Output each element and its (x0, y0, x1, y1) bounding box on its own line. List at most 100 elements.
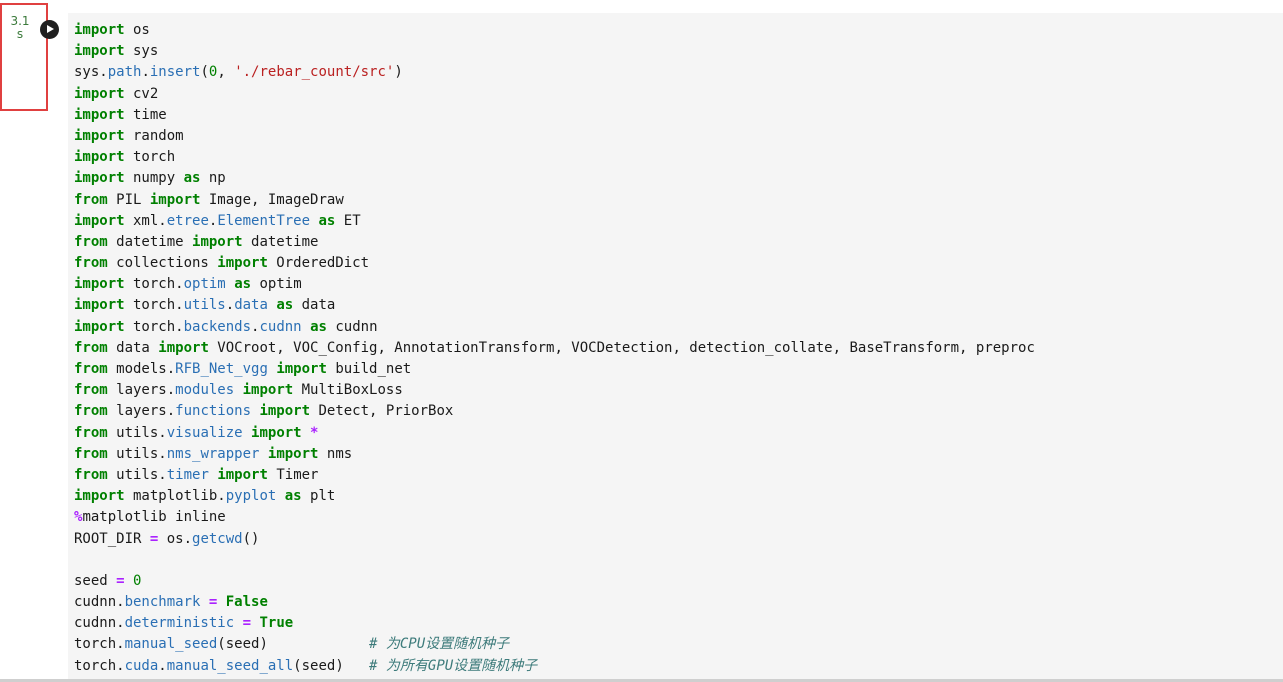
code-token: optim (251, 276, 302, 293)
code-token: import (74, 85, 125, 102)
code-token: benchmark (124, 594, 201, 611)
code-token: timer (166, 466, 209, 483)
code-token: True (259, 615, 294, 632)
code-token: datetime (242, 233, 319, 250)
code-token: seed (74, 572, 117, 589)
code-line: import random (74, 126, 1035, 147)
code-token: manual_seed_all (166, 657, 294, 674)
code-token: './rebar_count/src' (234, 64, 395, 81)
code-line: from utils.visualize import * (74, 423, 1035, 444)
code-token: xml. (124, 212, 167, 229)
code-token: , (217, 64, 235, 81)
code-line: cudnn.benchmark = False (74, 592, 1035, 613)
code-line: import matplotlib.pyplot as plt (74, 486, 1035, 507)
code-token: time (124, 106, 167, 123)
code-line: torch.manual_seed(seed) # 为CPU设置随机种子 (74, 634, 1035, 655)
code-token: functions (175, 403, 252, 420)
code-line: import time (74, 105, 1035, 126)
code-token: from (74, 339, 108, 356)
code-token: sys. (74, 64, 108, 81)
execution-time-label: 3.1 s (10, 14, 30, 41)
code-token: etree (166, 212, 209, 229)
execution-time-box: 3.1 s (0, 3, 48, 111)
code-token: MultiBoxLoss (293, 382, 403, 399)
code-token: datetime (107, 233, 193, 250)
code-line: from collections import OrderedDict (74, 253, 1035, 274)
code-token: 0 (133, 572, 142, 589)
code-line: from data import VOCroot, VOC_Config, An… (74, 338, 1035, 359)
code-token: as (318, 212, 336, 229)
code-token: data (293, 297, 336, 314)
code-token: VOCroot, VOC_Config, AnnotationTransform… (208, 339, 1035, 356)
code-token: models. (107, 361, 176, 377)
code-token: import (259, 403, 311, 420)
code-token: (seed) (293, 657, 370, 674)
code-line: %matplotlib inline (74, 507, 1035, 528)
code-cell[interactable]: import os import sys sys.path.insert(0, '.… (68, 13, 1283, 680)
code-token: path (107, 64, 142, 81)
code-token: from (74, 445, 108, 462)
code-token: from (74, 191, 108, 208)
code-token: layers. (107, 382, 176, 399)
code-token: from (74, 403, 108, 420)
code-token: torch. (124, 276, 184, 293)
code-token: ElementTree (217, 212, 311, 229)
code-token: numpy (124, 170, 184, 187)
code-line: import torch.utils.data as data (74, 295, 1035, 316)
code-token: as (276, 297, 294, 314)
code-line: sys.path.insert(0, './rebar_count/src') (74, 62, 1035, 83)
code-token: import (74, 488, 125, 505)
code-token: utils (183, 297, 226, 314)
code-token: import (149, 191, 201, 208)
code-token: visualize (166, 424, 243, 441)
code-token: from (74, 424, 108, 441)
code-token: matplotlib inline (82, 509, 226, 526)
code-token: import (242, 382, 294, 399)
code-token: import (267, 445, 319, 462)
code-token: os (124, 22, 150, 38)
code-token: matplotlib. (124, 488, 226, 505)
code-editor[interactable]: import os import sys sys.path.insert(0, '.… (74, 20, 1035, 677)
run-cell-button[interactable] (40, 20, 59, 39)
code-token: cudnn. (74, 594, 125, 611)
code-token: . (225, 297, 235, 314)
code-token: random (124, 127, 184, 144)
code-line: from layers.modules import MultiBoxLoss (74, 380, 1035, 401)
code-token: . (141, 64, 150, 81)
code-token: import (217, 466, 268, 483)
code-token: import (74, 149, 125, 166)
code-token: (seed) (217, 636, 370, 653)
code-line: from PIL import Image, ImageDraw (74, 190, 1035, 211)
code-token: ( (200, 64, 209, 81)
code-token: import (276, 361, 327, 377)
code-token: collections (107, 255, 218, 272)
code-line: from datetime import datetime (74, 232, 1035, 253)
code-token: cudnn (259, 318, 302, 335)
code-token: () (242, 530, 260, 547)
code-token: import (74, 43, 125, 60)
code-token: data (107, 339, 159, 356)
code-token: utils. (107, 424, 167, 441)
code-token: torch (124, 149, 176, 166)
code-token: getcwd (192, 530, 243, 547)
code-token: import (74, 212, 125, 229)
code-line: from models.RFB_Net_vgg import build_net (74, 359, 1035, 380)
code-token: import (251, 424, 302, 441)
code-token: import (217, 255, 268, 272)
code-token: PIL (107, 191, 150, 208)
code-token: build_net (326, 361, 412, 377)
code-token: . (158, 657, 167, 674)
code-line: from utils.timer import Timer (74, 465, 1035, 486)
code-token: ET (335, 212, 361, 229)
code-token: # 为CPU设置随机种子 (369, 636, 510, 653)
code-token: torch. (124, 297, 184, 314)
code-token: import (74, 318, 125, 335)
code-token: import (158, 339, 209, 356)
code-line: import cv2 (74, 84, 1035, 105)
